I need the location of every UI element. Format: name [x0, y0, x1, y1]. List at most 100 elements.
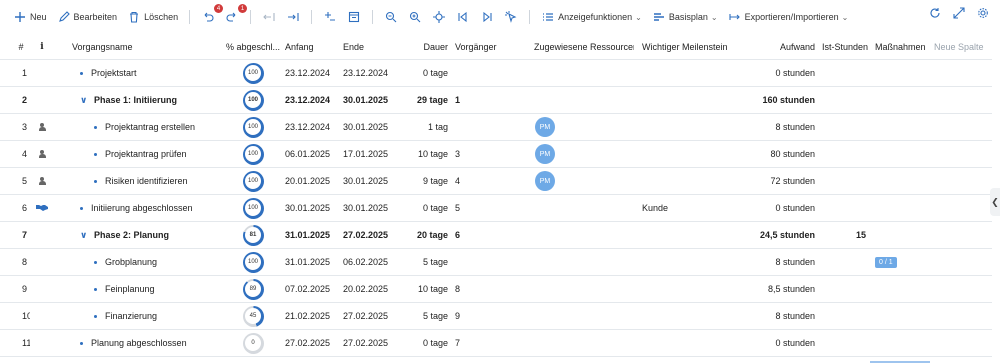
end-date[interactable]: 23.12.2024 — [343, 60, 403, 86]
highlight-button[interactable] — [499, 6, 523, 28]
measures-cell[interactable] — [875, 276, 930, 302]
new-column-cell[interactable] — [934, 60, 992, 86]
table-row[interactable]: 2 ∨ Phase 1: Initiierung 100 23.12.2024 30.01… — [0, 87, 992, 114]
measures-cell[interactable] — [875, 114, 930, 140]
zoom-in-button[interactable] — [403, 6, 427, 28]
actual-hours[interactable]: 15 — [820, 222, 868, 248]
work[interactable]: 8 stunden — [720, 114, 815, 140]
new-column-cell[interactable] — [934, 195, 992, 221]
predecessor[interactable]: 7 — [455, 330, 515, 356]
work[interactable]: 24,5 stunden — [720, 222, 815, 248]
edit-button[interactable]: Bearbeiten — [52, 6, 123, 28]
duration[interactable]: 9 tage — [404, 168, 448, 194]
task-name-cell[interactable]: Projektantrag erstellen — [72, 114, 232, 140]
percent-complete-cell[interactable]: 100 — [226, 60, 280, 86]
work[interactable]: 160 stunden — [720, 87, 815, 113]
actual-hours[interactable] — [820, 114, 868, 140]
add-subtask-button[interactable] — [318, 6, 342, 28]
view-features-dropdown[interactable]: Anzeigefunktionen ⌄ — [536, 6, 647, 28]
end-date[interactable]: 20.02.2025 — [343, 276, 403, 302]
task-name-cell[interactable]: Projektstart — [72, 60, 232, 86]
zoom-out-button[interactable] — [379, 6, 403, 28]
assigned-resources-cell[interactable]: PM — [535, 114, 635, 140]
indent-button[interactable] — [281, 6, 305, 28]
column-header-number[interactable]: # — [14, 35, 28, 59]
start-date[interactable]: 31.01.2025 — [285, 249, 341, 275]
work[interactable]: 0 stunden — [720, 330, 815, 356]
refresh-icon[interactable] — [928, 6, 942, 20]
end-date[interactable]: 30.01.2025 — [343, 195, 403, 221]
work[interactable]: 80 stunden — [720, 141, 815, 167]
end-date[interactable]: 30.01.2025 — [343, 114, 403, 140]
column-header-new-column[interactable]: Neue Spalte — [934, 35, 992, 59]
assigned-resources-cell[interactable] — [535, 60, 635, 86]
new-column-cell[interactable] — [934, 141, 992, 167]
percent-complete-cell[interactable]: 100 — [226, 249, 280, 275]
assigned-resources-cell[interactable]: PM — [535, 168, 635, 194]
duration[interactable]: 29 tage — [404, 87, 448, 113]
duration[interactable]: 0 tage — [404, 330, 448, 356]
start-date[interactable]: 27.02.2025 — [285, 330, 341, 356]
new-column-cell[interactable] — [934, 303, 992, 329]
work[interactable]: 8 stunden — [720, 249, 815, 275]
table-row[interactable]: 6 Initiierung abgeschlossen 100 30.01.2025 3… — [0, 195, 992, 222]
task-name-cell[interactable]: ∨ Phase 2: Planung — [72, 222, 232, 248]
new-column-cell[interactable] — [934, 87, 992, 113]
column-header-predecessor[interactable]: Vorgänger — [455, 35, 515, 59]
assigned-resources-cell[interactable] — [535, 249, 635, 275]
predecessor[interactable]: 9 — [455, 303, 515, 329]
task-name-cell[interactable]: Feinplanung — [72, 276, 232, 302]
table-row[interactable]: 11 Planung abgeschlossen 0 27.02.2025 27.02.… — [0, 330, 992, 357]
actual-hours[interactable] — [820, 87, 868, 113]
predecessor[interactable]: 3 — [455, 141, 515, 167]
end-date[interactable]: 27.02.2025 — [343, 222, 403, 248]
side-panel-toggle[interactable]: ❮ — [990, 188, 1000, 216]
duration[interactable]: 1 tag — [404, 114, 448, 140]
measures-cell[interactable] — [875, 330, 930, 356]
new-column-cell[interactable] — [934, 114, 992, 140]
assigned-resources-cell[interactable]: PM — [535, 141, 635, 167]
work[interactable]: 0 stunden — [720, 60, 815, 86]
task-name-cell[interactable]: Finanzierung — [72, 303, 232, 329]
actual-hours[interactable] — [820, 141, 868, 167]
measures-badge[interactable]: 0 / 1 — [875, 256, 897, 268]
task-info-button[interactable] — [342, 6, 366, 28]
start-date[interactable]: 06.01.2025 — [285, 141, 341, 167]
predecessor[interactable]: 6 — [455, 222, 515, 248]
measures-cell[interactable] — [875, 195, 930, 221]
measures-cell[interactable] — [875, 141, 930, 167]
new-column-cell[interactable] — [934, 249, 992, 275]
measures-cell[interactable] — [875, 222, 930, 248]
predecessor[interactable]: 5 — [455, 195, 515, 221]
new-button[interactable]: Neu — [8, 6, 52, 28]
start-date[interactable]: 23.12.2024 — [285, 60, 341, 86]
outdent-button[interactable] — [257, 6, 281, 28]
end-date[interactable]: 30.01.2025 — [343, 168, 403, 194]
predecessor[interactable] — [455, 249, 515, 275]
predecessor[interactable] — [455, 114, 515, 140]
task-name-cell[interactable]: Planung abgeschlossen — [72, 330, 232, 356]
assigned-resources-cell[interactable] — [535, 87, 635, 113]
baseline-dropdown[interactable]: Basisplan ⌄ — [647, 6, 723, 28]
delete-button[interactable]: Löschen — [122, 6, 183, 28]
work[interactable]: 8,5 stunden — [720, 276, 815, 302]
column-header-duration[interactable]: Dauer — [404, 35, 448, 59]
end-date[interactable]: 17.01.2025 — [343, 141, 403, 167]
assigned-resources-cell[interactable] — [535, 276, 635, 302]
duration[interactable]: 10 tage — [404, 276, 448, 302]
task-name-cell[interactable]: Projektantrag prüfen — [72, 141, 232, 167]
duration[interactable]: 5 tage — [404, 303, 448, 329]
task-name-cell[interactable]: Initiierung abgeschlossen — [72, 195, 232, 221]
predecessor[interactable]: 4 — [455, 168, 515, 194]
duration[interactable]: 0 tage — [404, 60, 448, 86]
percent-complete-cell[interactable]: 0 — [226, 330, 280, 356]
percent-complete-cell[interactable]: 81 — [226, 222, 280, 248]
work[interactable]: 0 stunden — [720, 195, 815, 221]
task-name-cell[interactable]: Grobplanung — [72, 249, 232, 275]
duration[interactable]: 10 tage — [404, 141, 448, 167]
duration[interactable]: 20 tage — [404, 222, 448, 248]
column-header-info[interactable]: i — [32, 35, 52, 59]
scroll-to-start-button[interactable] — [451, 6, 475, 28]
measures-cell[interactable] — [875, 168, 930, 194]
actual-hours[interactable] — [820, 60, 868, 86]
